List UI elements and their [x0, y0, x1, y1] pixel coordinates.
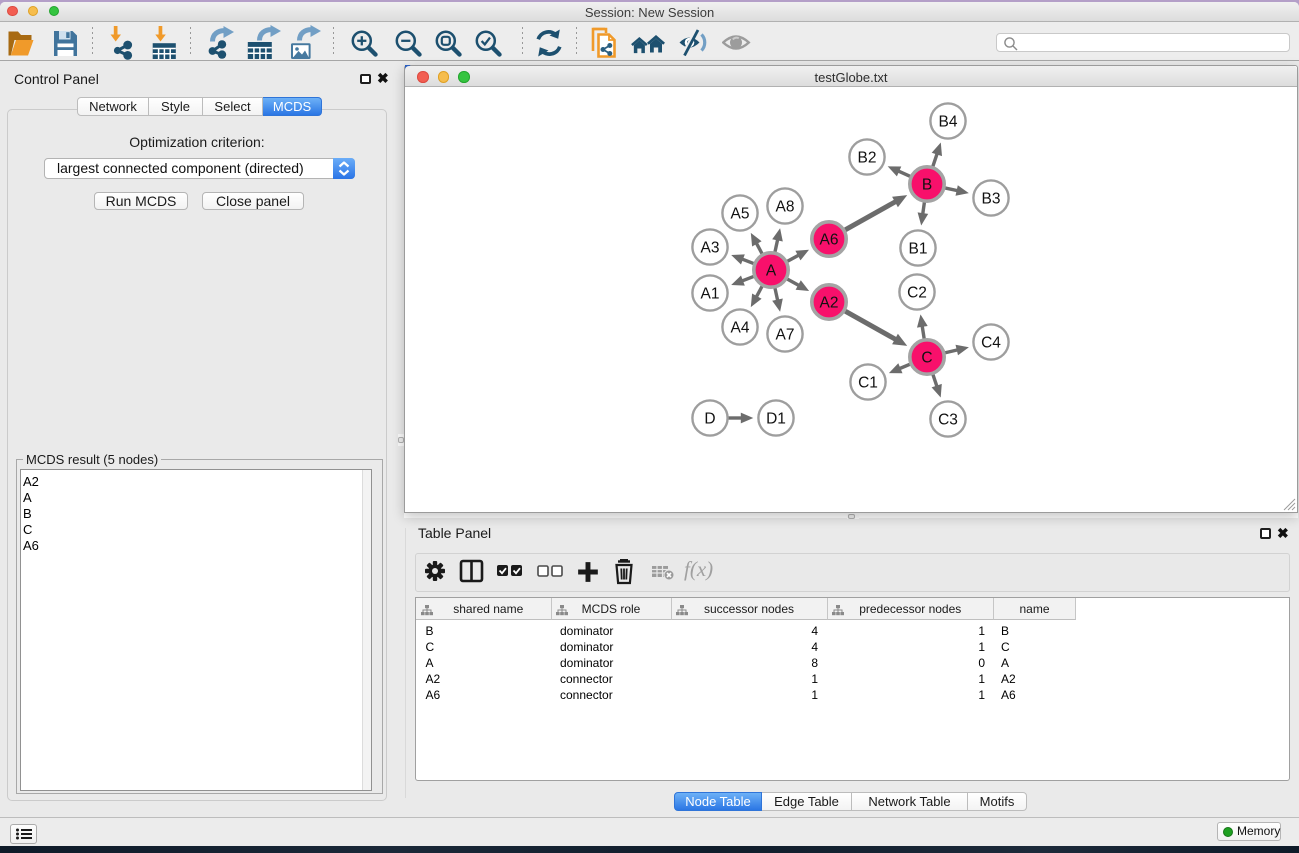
svg-text:A3: A3: [701, 240, 720, 257]
svg-text:A7: A7: [776, 327, 795, 344]
svg-text:B3: B3: [982, 191, 1001, 208]
svg-text:A1: A1: [701, 286, 720, 303]
svg-text:C: C: [921, 350, 932, 367]
svg-text:C3: C3: [938, 412, 958, 429]
svg-text:B4: B4: [939, 114, 958, 131]
svg-text:A5: A5: [731, 206, 750, 223]
svg-text:C1: C1: [858, 375, 878, 392]
svg-text:B2: B2: [858, 150, 877, 167]
svg-text:D: D: [704, 411, 715, 428]
svg-text:B: B: [922, 177, 932, 194]
svg-text:A8: A8: [776, 199, 795, 216]
svg-text:C2: C2: [907, 285, 927, 302]
svg-text:A2: A2: [820, 295, 839, 312]
svg-text:B1: B1: [909, 241, 928, 258]
svg-text:A6: A6: [820, 232, 839, 249]
svg-text:A: A: [766, 263, 777, 280]
svg-text:A4: A4: [731, 320, 750, 337]
svg-text:D1: D1: [766, 411, 786, 428]
svg-text:C4: C4: [981, 335, 1001, 352]
